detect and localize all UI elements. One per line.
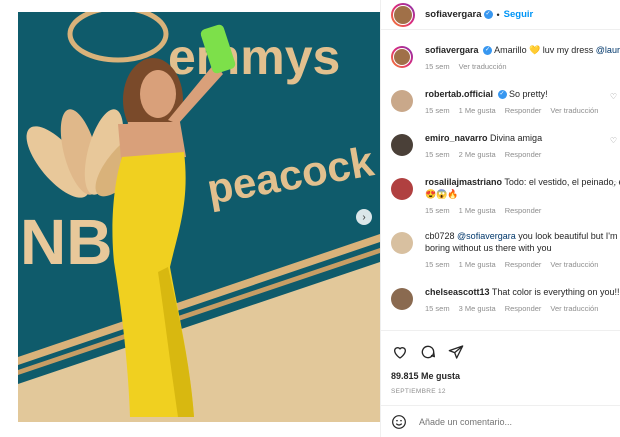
translate-link[interactable]: Ver traducción	[550, 304, 598, 313]
nbc-sign: NB	[20, 206, 112, 278]
reply-button[interactable]: Responder	[505, 106, 542, 115]
comment-meta: 15 sem 1 Me gusta Responder Ver traducci…	[425, 260, 620, 269]
comment-username[interactable]: cb0728	[425, 231, 455, 241]
comment-username[interactable]: chelseascott13	[425, 287, 490, 297]
comment-text: chelseascott13 That color is everything …	[425, 286, 620, 298]
post-actions: 89.815 Me gusta SEPTIEMBRE 12	[381, 330, 620, 437]
caption-meta: 15 sem Ver traducción	[425, 62, 620, 71]
author-avatar[interactable]	[391, 2, 415, 27]
likes-count[interactable]: 89.815 Me gusta	[391, 371, 460, 381]
comment-body: you look beautiful but I'm	[515, 231, 618, 241]
list-item: robertab.official ✓ So pretty! 15 sem 1 …	[391, 88, 620, 115]
avatar[interactable]	[391, 232, 413, 254]
comments-list[interactable]: sofiavergara ✓ Amarillo 💛 luv my dress @…	[381, 34, 620, 330]
comment-likes[interactable]: 1 Me gusta	[459, 106, 496, 115]
reply-button[interactable]: Responder	[505, 260, 542, 269]
author-username[interactable]: sofiavergara	[425, 9, 482, 20]
reply-button[interactable]: Responder	[505, 206, 542, 215]
comment-meta: 15 sem 1 Me gusta Responder	[425, 206, 620, 215]
list-item: cb0728 @sofiavergara you look beautiful …	[391, 230, 620, 269]
comment-likes[interactable]: 1 Me gusta	[459, 260, 496, 269]
caption-text: sofiavergara ✓ Amarillo 💛 luv my dress @…	[425, 44, 620, 56]
comment-username[interactable]: emiro_navarro	[425, 133, 488, 143]
comment-meta: 15 sem 2 Me gusta Responder	[425, 150, 620, 159]
action-bar	[391, 343, 465, 361]
caption-body: Amarillo 💛 luv my dress	[494, 45, 596, 55]
post-date: SEPTIEMBRE 12	[391, 388, 446, 395]
follow-button[interactable]: Seguir	[504, 9, 534, 20]
avatar[interactable]	[391, 178, 413, 200]
share-icon[interactable]	[447, 343, 465, 361]
translate-link[interactable]: Ver traducción	[459, 62, 507, 71]
list-item: rosalilajmastriano Todo: el vestido, el …	[391, 176, 620, 215]
comment-time: 15 sem	[425, 260, 450, 269]
comment-likes[interactable]: 1 Me gusta	[459, 206, 496, 215]
list-item: emiro_navarro Divina amiga 15 sem 2 Me g…	[391, 132, 620, 159]
comment-text: cb0728 @sofiavergara you look beautiful …	[425, 230, 620, 242]
translate-link[interactable]: Ver traducción	[550, 260, 598, 269]
verified-icon: ✓	[483, 10, 493, 19]
heart-icon[interactable]: ♡	[610, 136, 617, 145]
comment-composer	[381, 405, 620, 437]
heart-icon[interactable]	[391, 343, 409, 361]
caption-time: 15 sem	[425, 62, 450, 71]
post-media: emmys peacock NB ›	[0, 0, 380, 437]
comment-icon[interactable]	[419, 343, 437, 361]
comment-meta: 15 sem 3 Me gusta Responder Ver traducci…	[425, 304, 620, 313]
comment-meta: 15 sem 1 Me gusta Responder Ver traducci…	[425, 106, 620, 115]
comment-time: 15 sem	[425, 150, 450, 159]
avatar[interactable]	[391, 90, 413, 112]
comment-body: That color is everything on you!!	[491, 287, 620, 297]
heart-icon[interactable]: ♡	[610, 92, 617, 101]
post-header: sofiavergara ✓ • Seguir	[381, 0, 620, 30]
comment-body: Todo: el vestido, el peinado, e	[504, 177, 620, 187]
instagram-post-modal: emmys peacock NB › sofiavergara ✓ • Segu…	[0, 0, 620, 437]
comment-likes[interactable]: 3 Me gusta	[459, 304, 496, 313]
separator-dot: •	[496, 9, 500, 20]
list-item: chelseascott13 That color is everything …	[391, 286, 620, 313]
verified-icon: ✓	[497, 90, 507, 100]
reply-button[interactable]: Responder	[505, 304, 542, 313]
avatar[interactable]	[391, 46, 413, 68]
caption-username[interactable]: sofiavergara	[425, 45, 479, 55]
heart-icon[interactable]: ♡	[610, 180, 617, 189]
comment-input[interactable]	[419, 417, 599, 427]
comment-text: rosalilajmastriano Todo: el vestido, el …	[425, 176, 620, 188]
comment-text: emiro_navarro Divina amiga	[425, 132, 620, 144]
next-photo-button[interactable]: ›	[356, 209, 372, 225]
emoji-icon[interactable]	[391, 414, 407, 430]
post-photo[interactable]: emmys peacock NB	[18, 12, 380, 422]
comment-username[interactable]: rosalilajmastriano	[425, 177, 502, 187]
caption-mention[interactable]: @laura	[596, 45, 620, 55]
avatar[interactable]	[391, 288, 413, 310]
post-sidebar: sofiavergara ✓ • Seguir sofiavergara ✓ A…	[380, 0, 620, 437]
translate-link[interactable]: Ver traducción	[550, 106, 598, 115]
caption: sofiavergara ✓ Amarillo 💛 luv my dress @…	[391, 44, 620, 71]
comment-time: 15 sem	[425, 304, 450, 313]
chevron-right-icon: ›	[362, 211, 366, 223]
comment-likes[interactable]: 2 Me gusta	[459, 150, 496, 159]
comment-time: 15 sem	[425, 206, 450, 215]
comment-time: 15 sem	[425, 106, 450, 115]
comment-body-continued: boring without us there with you	[425, 243, 552, 253]
verified-icon: ✓	[483, 46, 493, 56]
comment-username[interactable]: robertab.official	[425, 89, 493, 99]
photo-scene: emmys peacock NB	[18, 12, 380, 422]
comment-emojis: 😍😱🔥	[425, 189, 459, 199]
comment-mention[interactable]: @sofiavergara	[457, 231, 516, 241]
emmys-sign: emmys	[168, 29, 340, 85]
comment-text: robertab.official ✓ So pretty!	[425, 88, 620, 100]
reply-button[interactable]: Responder	[505, 150, 542, 159]
comment-body: Divina amiga	[490, 133, 543, 143]
avatar[interactable]	[391, 134, 413, 156]
comment-body: So pretty!	[509, 89, 548, 99]
